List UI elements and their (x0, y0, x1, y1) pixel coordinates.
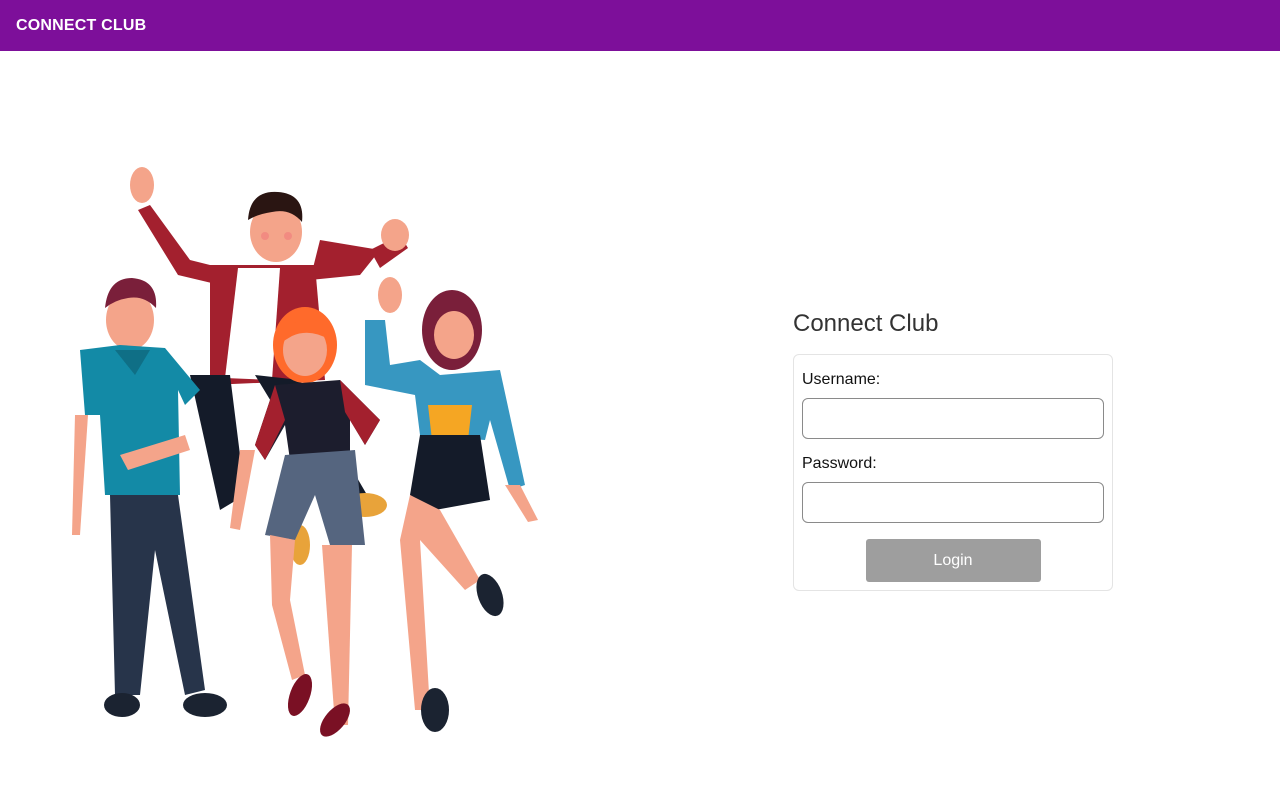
username-input[interactable] (802, 398, 1104, 439)
password-label: Password: (802, 455, 877, 472)
username-label: Username: (802, 371, 881, 388)
brand-title[interactable]: CONNECT CLUB (16, 17, 146, 35)
denim-jacket-woman-figure (365, 277, 538, 732)
login-card: Username: Password: Login (793, 354, 1113, 591)
standing-man-figure (72, 278, 227, 717)
login-title: Connect Club (793, 310, 939, 337)
password-input[interactable] (802, 482, 1104, 523)
login-button[interactable]: Login (865, 539, 1041, 582)
login-section: Connect Club Username: Password: Login (793, 310, 1113, 591)
friends-group-illustration (60, 150, 550, 750)
top-navbar: CONNECT CLUB (0, 0, 1280, 51)
